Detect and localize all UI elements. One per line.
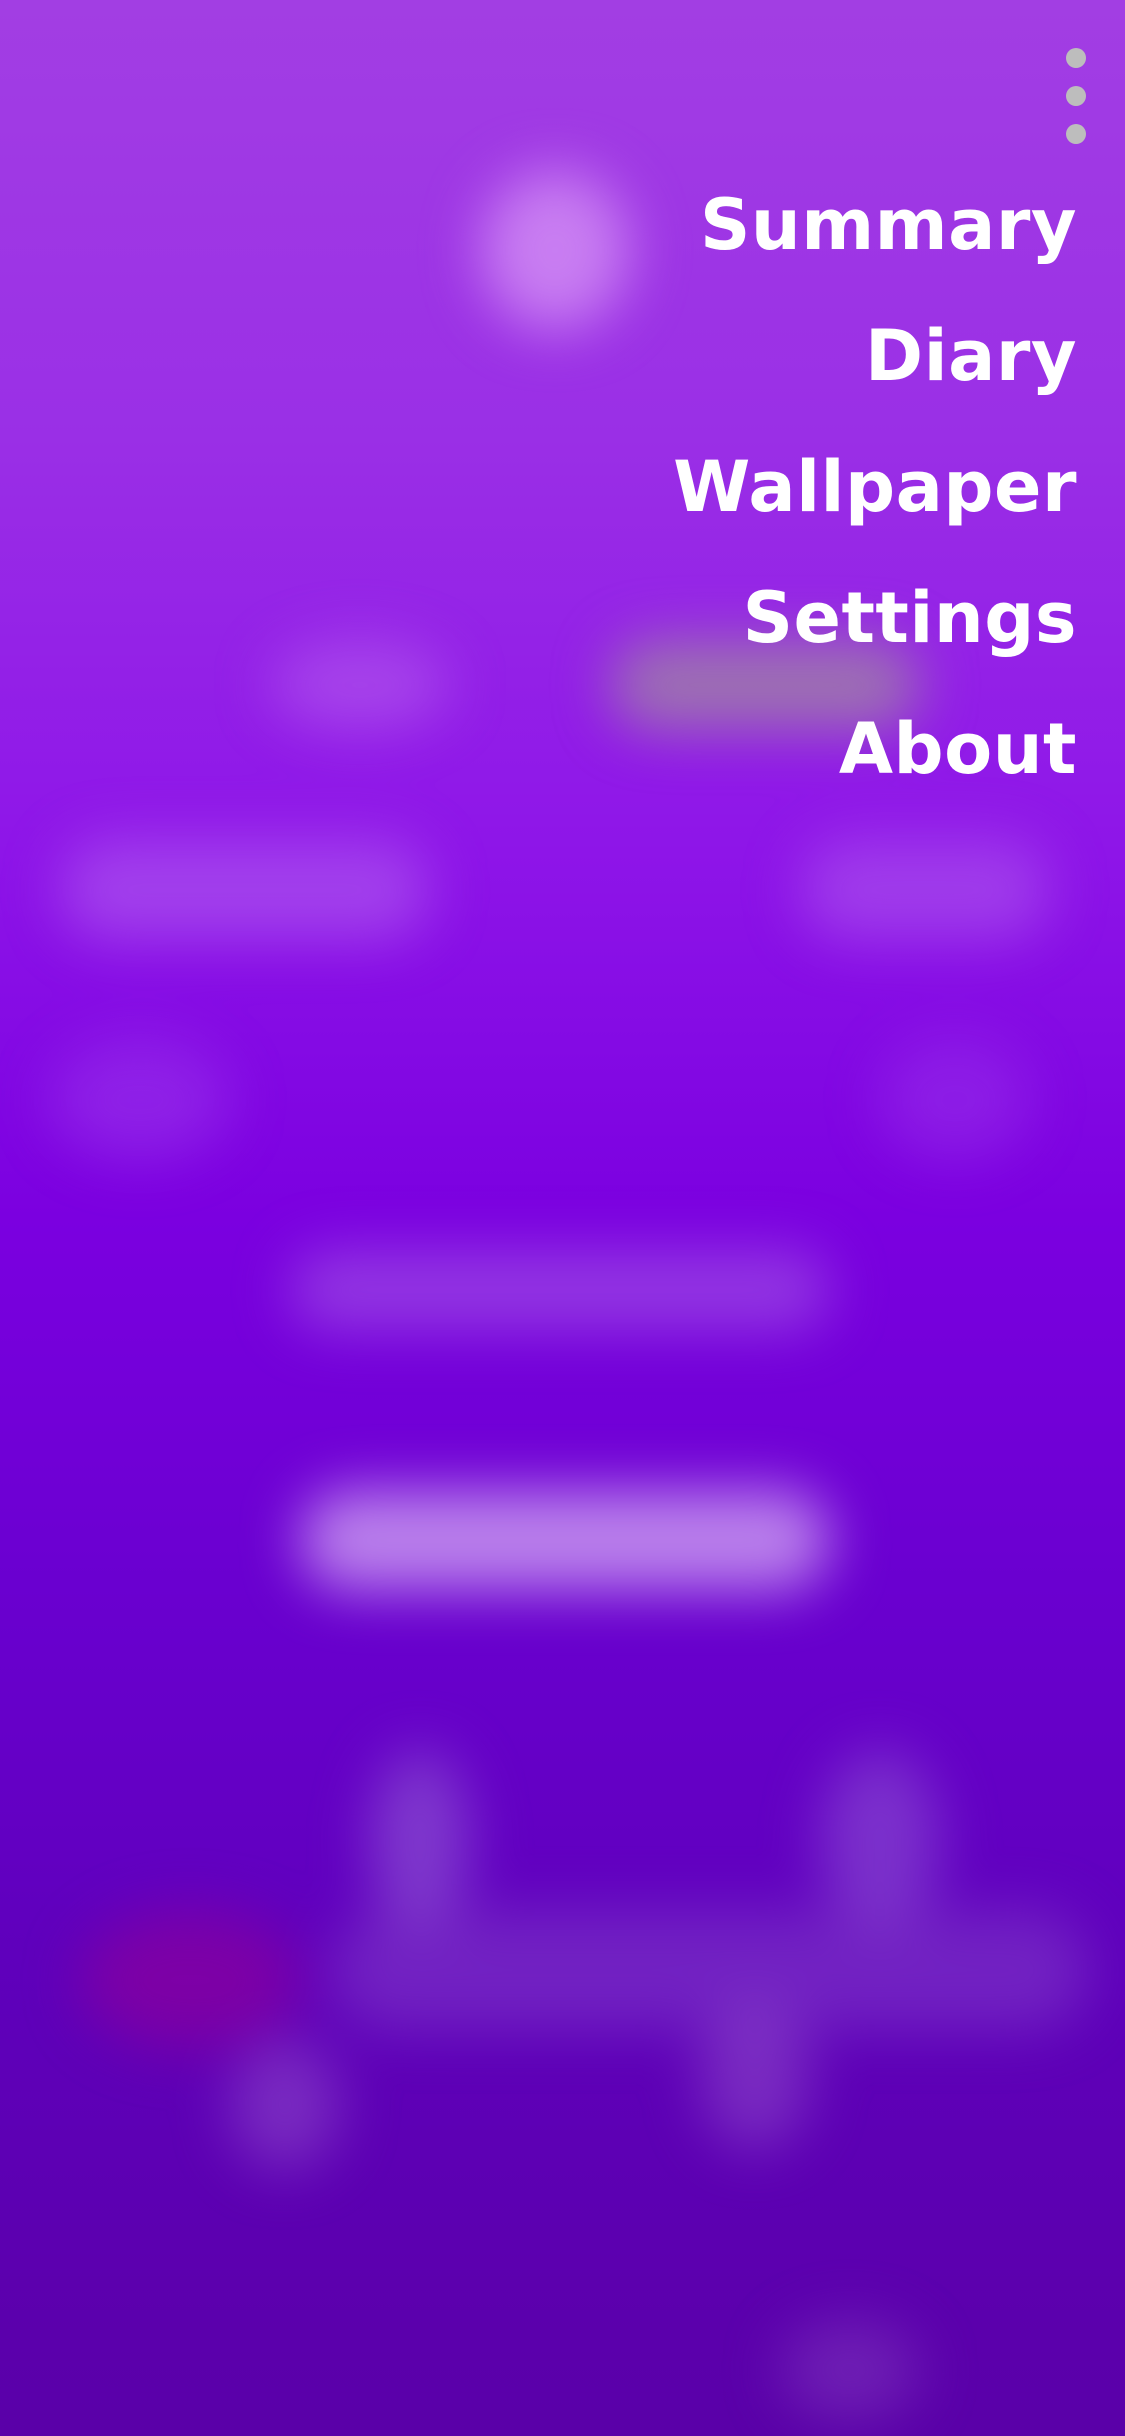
menu-item-about[interactable]: About bbox=[839, 684, 1077, 815]
blur-blob bbox=[60, 840, 430, 940]
blur-blob bbox=[780, 2320, 920, 2420]
app-screen: Summary Diary Wallpaper Settings About bbox=[0, 0, 1125, 2436]
blur-blob bbox=[800, 840, 1050, 940]
menu-dot bbox=[1066, 48, 1086, 68]
menu-item-wallpaper[interactable]: Wallpaper bbox=[673, 422, 1077, 553]
blur-blob bbox=[50, 1040, 230, 1160]
blur-blob bbox=[820, 1750, 940, 1930]
blur-blob bbox=[330, 1910, 1090, 2030]
blur-blob bbox=[300, 1490, 830, 1590]
blur-blob bbox=[700, 2000, 810, 2150]
blur-blob bbox=[270, 640, 450, 730]
menu-item-settings[interactable]: Settings bbox=[743, 553, 1077, 684]
menu-dot bbox=[1066, 124, 1086, 144]
blur-blob bbox=[80, 1910, 300, 2050]
blur-blob bbox=[290, 1250, 830, 1330]
more-vertical-icon[interactable] bbox=[1059, 48, 1093, 144]
menu-dot bbox=[1066, 86, 1086, 106]
blur-blob bbox=[480, 170, 630, 330]
menu-item-summary[interactable]: Summary bbox=[700, 160, 1077, 291]
menu-item-diary[interactable]: Diary bbox=[865, 291, 1077, 422]
overflow-menu: Summary Diary Wallpaper Settings About bbox=[673, 160, 1077, 815]
blur-blob bbox=[230, 2040, 340, 2170]
blur-blob bbox=[370, 1750, 470, 1930]
blur-blob bbox=[880, 1040, 1030, 1160]
